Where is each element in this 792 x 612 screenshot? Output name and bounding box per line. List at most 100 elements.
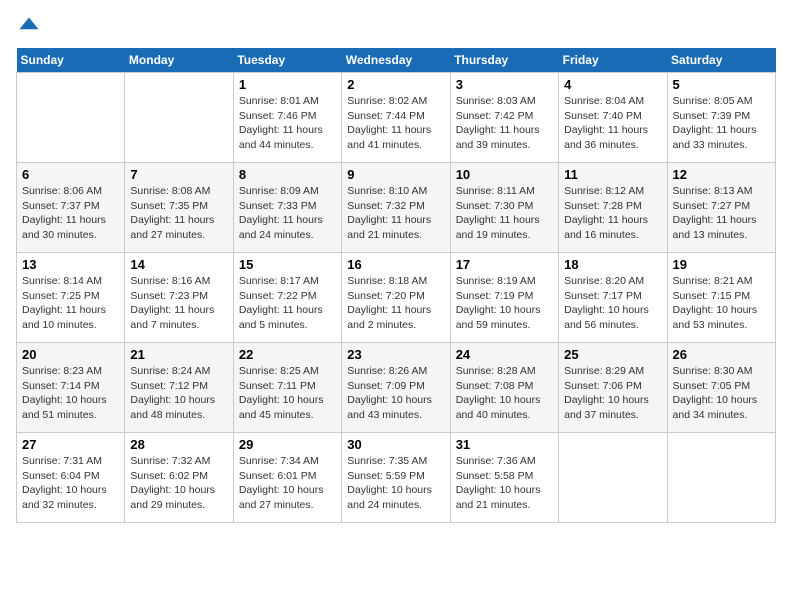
day-number: 30 [347, 437, 444, 452]
day-info: Sunrise: 8:26 AMSunset: 7:09 PMDaylight:… [347, 364, 444, 423]
calendar-cell: 22Sunrise: 8:25 AMSunset: 7:11 PMDayligh… [233, 343, 341, 433]
day-info: Sunrise: 8:17 AMSunset: 7:22 PMDaylight:… [239, 274, 336, 333]
day-number: 19 [673, 257, 770, 272]
day-info: Sunrise: 8:18 AMSunset: 7:20 PMDaylight:… [347, 274, 444, 333]
weekday-header-saturday: Saturday [667, 48, 775, 73]
day-number: 5 [673, 77, 770, 92]
calendar-cell: 18 Sunrise: 8:20 AMSunset: 7:17 PMDayligh… [559, 253, 667, 343]
day-info: Sunrise: 7:36 AMSunset: 5:58 PMDaylight:… [456, 454, 553, 513]
day-number: 7 [130, 167, 227, 182]
calendar-week-row: 20Sunrise: 8:23 AMSunset: 7:14 PMDayligh… [17, 343, 776, 433]
day-number: 13 [22, 257, 119, 272]
day-info: Sunrise: 7:31 AMSunset: 6:04 PMDaylight:… [22, 454, 119, 513]
calendar-cell: 14Sunrise: 8:16 AMSunset: 7:23 PMDayligh… [125, 253, 233, 343]
calendar-cell: 27 Sunrise: 7:31 AMSunset: 6:04 PMDayligh… [17, 433, 125, 523]
day-info: Sunrise: 8:06 AMSunset: 7:37 PMDaylight:… [22, 184, 119, 243]
weekday-header-tuesday: Tuesday [233, 48, 341, 73]
calendar-cell: 3 Sunrise: 8:03 AMSunset: 7:42 PMDaylight… [450, 73, 558, 163]
weekday-header-wednesday: Wednesday [342, 48, 450, 73]
calendar-cell: 13Sunrise: 8:14 AMSunset: 7:25 PMDayligh… [17, 253, 125, 343]
weekday-header-monday: Monday [125, 48, 233, 73]
calendar-cell: 20Sunrise: 8:23 AMSunset: 7:14 PMDayligh… [17, 343, 125, 433]
calendar-cell [17, 73, 125, 163]
day-info: Sunrise: 8:23 AMSunset: 7:14 PMDaylight:… [22, 364, 119, 423]
day-number: 12 [673, 167, 770, 182]
calendar-table: SundayMondayTuesdayWednesdayThursdayFrid… [16, 48, 776, 523]
day-number: 16 [347, 257, 444, 272]
weekday-header-row: SundayMondayTuesdayWednesdayThursdayFrid… [17, 48, 776, 73]
calendar-cell: 21 Sunrise: 8:24 AMSunset: 7:12 PMDayligh… [125, 343, 233, 433]
day-number: 26 [673, 347, 770, 362]
calendar-week-row: 13Sunrise: 8:14 AMSunset: 7:25 PMDayligh… [17, 253, 776, 343]
day-number: 4 [564, 77, 661, 92]
day-info: Sunrise: 8:03 AMSunset: 7:42 PMDaylight:… [456, 94, 553, 153]
day-number: 1 [239, 77, 336, 92]
day-number: 17 [456, 257, 553, 272]
calendar-cell: 23 Sunrise: 8:26 AMSunset: 7:09 PMDayligh… [342, 343, 450, 433]
day-info: Sunrise: 8:10 AMSunset: 7:32 PMDaylight:… [347, 184, 444, 243]
day-info: Sunrise: 8:12 AMSunset: 7:28 PMDaylight:… [564, 184, 661, 243]
calendar-week-row: 1Sunrise: 8:01 AMSunset: 7:46 PMDaylight… [17, 73, 776, 163]
weekday-header-sunday: Sunday [17, 48, 125, 73]
calendar-cell [667, 433, 775, 523]
day-number: 23 [347, 347, 444, 362]
calendar-cell: 29Sunrise: 7:34 AMSunset: 6:01 PMDayligh… [233, 433, 341, 523]
weekday-header-friday: Friday [559, 48, 667, 73]
day-info: Sunrise: 8:30 AMSunset: 7:05 PMDaylight:… [673, 364, 770, 423]
logo [16, 16, 40, 38]
day-number: 6 [22, 167, 119, 182]
day-info: Sunrise: 8:24 AMSunset: 7:12 PMDaylight:… [130, 364, 227, 423]
day-number: 28 [130, 437, 227, 452]
calendar-cell: 26 Sunrise: 8:30 AMSunset: 7:05 PMDayligh… [667, 343, 775, 433]
day-number: 22 [239, 347, 336, 362]
day-number: 25 [564, 347, 661, 362]
day-info: Sunrise: 8:20 AMSunset: 7:17 PMDaylight:… [564, 274, 661, 333]
day-number: 2 [347, 77, 444, 92]
calendar-cell: 25 Sunrise: 8:29 AMSunset: 7:06 PMDayligh… [559, 343, 667, 433]
day-info: Sunrise: 7:32 AMSunset: 6:02 PMDaylight:… [130, 454, 227, 513]
weekday-header-thursday: Thursday [450, 48, 558, 73]
day-number: 31 [456, 437, 553, 452]
day-number: 11 [564, 167, 661, 182]
day-number: 21 [130, 347, 227, 362]
calendar-cell: 19 Sunrise: 8:21 AMSunset: 7:15 PMDayligh… [667, 253, 775, 343]
day-info: Sunrise: 8:04 AMSunset: 7:40 PMDaylight:… [564, 94, 661, 153]
calendar-cell: 6 Sunrise: 8:06 AMSunset: 7:37 PMDaylight… [17, 163, 125, 253]
day-info: Sunrise: 8:19 AMSunset: 7:19 PMDaylight:… [456, 274, 553, 333]
day-info: Sunrise: 7:34 AMSunset: 6:01 PMDaylight:… [239, 454, 336, 513]
day-info: Sunrise: 8:05 AMSunset: 7:39 PMDaylight:… [673, 94, 770, 153]
calendar-cell: 10 Sunrise: 8:11 AMSunset: 7:30 PMDayligh… [450, 163, 558, 253]
day-info: Sunrise: 7:35 AMSunset: 5:59 PMDaylight:… [347, 454, 444, 513]
calendar-cell: 2Sunrise: 8:02 AMSunset: 7:44 PMDaylight… [342, 73, 450, 163]
calendar-cell: 9 Sunrise: 8:10 AMSunset: 7:32 PMDaylight… [342, 163, 450, 253]
calendar-cell: 8 Sunrise: 8:09 AMSunset: 7:33 PMDaylight… [233, 163, 341, 253]
calendar-week-row: 27 Sunrise: 7:31 AMSunset: 6:04 PMDayligh… [17, 433, 776, 523]
calendar-cell: 12Sunrise: 8:13 AMSunset: 7:27 PMDayligh… [667, 163, 775, 253]
day-info: Sunrise: 8:08 AMSunset: 7:35 PMDaylight:… [130, 184, 227, 243]
calendar-cell: 1Sunrise: 8:01 AMSunset: 7:46 PMDaylight… [233, 73, 341, 163]
day-number: 3 [456, 77, 553, 92]
calendar-cell: 28 Sunrise: 7:32 AMSunset: 6:02 PMDayligh… [125, 433, 233, 523]
day-number: 10 [456, 167, 553, 182]
page-header [16, 16, 776, 38]
day-number: 15 [239, 257, 336, 272]
day-number: 18 [564, 257, 661, 272]
calendar-cell: 24Sunrise: 8:28 AMSunset: 7:08 PMDayligh… [450, 343, 558, 433]
calendar-cell: 16 Sunrise: 8:18 AMSunset: 7:20 PMDayligh… [342, 253, 450, 343]
day-number: 24 [456, 347, 553, 362]
calendar-cell: 30 Sunrise: 7:35 AMSunset: 5:59 PMDayligh… [342, 433, 450, 523]
day-info: Sunrise: 8:09 AMSunset: 7:33 PMDaylight:… [239, 184, 336, 243]
calendar-cell: 11 Sunrise: 8:12 AMSunset: 7:28 PMDayligh… [559, 163, 667, 253]
day-info: Sunrise: 8:11 AMSunset: 7:30 PMDaylight:… [456, 184, 553, 243]
day-info: Sunrise: 8:29 AMSunset: 7:06 PMDaylight:… [564, 364, 661, 423]
calendar-cell: 15 Sunrise: 8:17 AMSunset: 7:22 PMDayligh… [233, 253, 341, 343]
day-number: 14 [130, 257, 227, 272]
day-number: 9 [347, 167, 444, 182]
generalblue-logo-icon [18, 16, 40, 38]
calendar-cell: 7 Sunrise: 8:08 AMSunset: 7:35 PMDaylight… [125, 163, 233, 253]
day-number: 8 [239, 167, 336, 182]
day-number: 27 [22, 437, 119, 452]
calendar-cell: 5 Sunrise: 8:05 AMSunset: 7:39 PMDaylight… [667, 73, 775, 163]
day-info: Sunrise: 8:21 AMSunset: 7:15 PMDaylight:… [673, 274, 770, 333]
calendar-cell: 4 Sunrise: 8:04 AMSunset: 7:40 PMDaylight… [559, 73, 667, 163]
